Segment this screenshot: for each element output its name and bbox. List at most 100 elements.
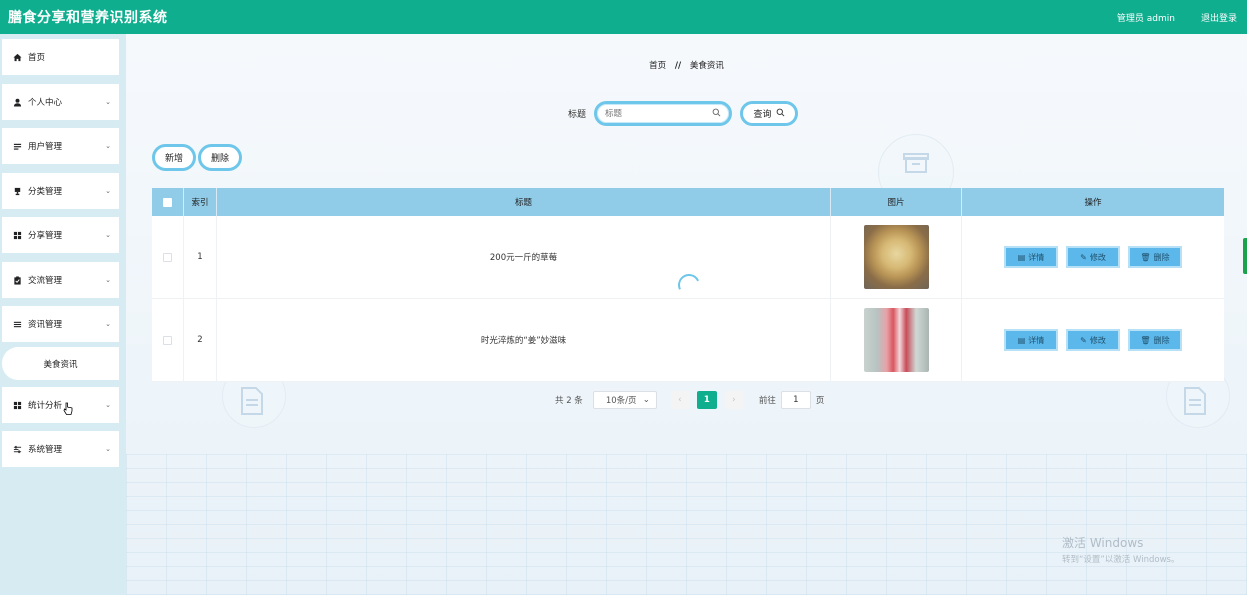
search-label: 标题	[568, 110, 587, 120]
sidebar-item-label: 交流管理	[28, 276, 63, 286]
query-button[interactable]: 查询	[740, 101, 799, 126]
next-page-button[interactable]: ›	[724, 391, 743, 409]
chevron-down-icon: ⌄	[105, 98, 111, 106]
breadcrumb-home[interactable]: 首页	[649, 61, 666, 71]
watermark-line1: 激活 Windows	[1062, 536, 1144, 550]
sidebar-item-label: 分类管理	[28, 187, 63, 197]
chevron-down-icon: ⌄	[105, 187, 111, 195]
header-title: 标题	[217, 188, 831, 216]
sidebar-subitem-label: 美食资讯	[43, 359, 78, 370]
sidebar-item-share-management[interactable]: 分享管理 ⌄	[2, 217, 119, 253]
edit-button-label: 修改	[1089, 335, 1106, 345]
pencil-icon: ✎	[1080, 335, 1087, 345]
chevron-down-icon: ⌄	[105, 401, 111, 409]
breadcrumb-current: 美食资讯	[689, 61, 724, 71]
sidebar-item-category-management[interactable]: 分类管理 ⌄	[2, 173, 119, 209]
header-image: 图片	[831, 188, 962, 216]
chevron-down-icon: ⌄	[642, 395, 650, 405]
sidebar-item-label: 分享管理	[28, 231, 63, 241]
sidebar-item-label: 首页	[28, 53, 46, 63]
table-row: 2 时光淬炼的“姜”妙滋味 ▤ 详情 ✎ 修改 🗑 删除	[152, 299, 1224, 382]
sidebar-item-personal-center[interactable]: 个人中心 ⌄	[2, 84, 119, 120]
chevron-down-icon: ⌄	[105, 320, 111, 328]
sidebar-item-label: 个人中心	[28, 98, 63, 108]
header-index: 索引	[184, 188, 217, 216]
person-icon	[12, 97, 22, 107]
admin-user-label[interactable]: 管理员 admin	[1117, 11, 1175, 24]
delete-button-label: 删除	[1153, 335, 1170, 345]
detail-button-label: 详情	[1028, 252, 1045, 262]
side-handle[interactable]	[1243, 238, 1247, 274]
delete-button[interactable]: 删除	[198, 144, 242, 171]
sidebar-item-news-management[interactable]: 资讯管理 ⌄	[2, 306, 119, 342]
food-photo[interactable]	[863, 225, 929, 289]
pagination-total: 共 2 条	[555, 396, 583, 406]
edit-button-label: 修改	[1089, 252, 1106, 262]
page-size-value: 10条/页	[605, 396, 637, 406]
row-delete-button[interactable]: 🗑 删除	[1128, 329, 1182, 351]
add-button[interactable]: 新增	[152, 144, 196, 171]
page-number-current[interactable]: 1	[696, 391, 717, 409]
row-title: 时光淬炼的“姜”妙滋味	[217, 299, 831, 381]
sidebar-item-home[interactable]: 首页	[2, 39, 119, 75]
chevron-down-icon: ⌄	[105, 445, 111, 453]
search-icon	[712, 108, 721, 120]
sidebar: 首页 个人中心 ⌄ 用户管理 ⌄ 分类管理 ⌄ 分享管理 ⌄ 交流管理 ⌄ 资讯…	[0, 34, 126, 595]
breadcrumb-separator: //	[674, 61, 682, 71]
prev-page-button[interactable]: ‹	[670, 391, 689, 409]
grid-icon	[12, 400, 22, 410]
gift-box-icon	[901, 146, 931, 182]
action-buttons: 新增 删除	[152, 144, 242, 171]
sidebar-item-communication-management[interactable]: 交流管理 ⌄	[2, 262, 119, 298]
trash-icon: 🗑	[1140, 252, 1151, 262]
document-icon	[1182, 386, 1208, 422]
detail-button-label: 详情	[1028, 335, 1045, 345]
sidebar-item-label: 资讯管理	[28, 320, 63, 330]
list-icon	[12, 141, 22, 151]
chevron-down-icon: ⌄	[105, 142, 111, 150]
select-all-checkbox[interactable]	[163, 197, 172, 207]
sidebar-item-system-management[interactable]: 系统管理 ⌄	[2, 431, 119, 467]
row-delete-button[interactable]: 🗑 删除	[1128, 246, 1182, 268]
search-field[interactable]	[594, 101, 733, 126]
sidebar-item-user-management[interactable]: 用户管理 ⌄	[2, 128, 119, 164]
detail-button[interactable]: ▤ 详情	[1004, 246, 1058, 268]
chevron-down-icon: ⌄	[105, 231, 111, 239]
page-size-select[interactable]: 10条/页 ⌄	[592, 391, 657, 409]
sidebar-subitem-food-news[interactable]: 美食资讯	[2, 347, 119, 380]
sidebar-item-statistics[interactable]: 统计分析 ⌄	[2, 387, 119, 423]
drink-photo[interactable]	[863, 308, 929, 372]
trophy-icon	[12, 186, 22, 196]
menu-icon	[12, 319, 22, 329]
row-index: 2	[184, 299, 217, 381]
goto-page-input[interactable]: 1	[780, 391, 811, 409]
row-checkbox[interactable]	[163, 335, 172, 345]
query-button-label: 查询	[753, 110, 772, 120]
document-icon: ▤	[1017, 335, 1026, 345]
goto-suffix: 页	[815, 396, 825, 406]
logout-link[interactable]: 退出登录	[1201, 11, 1237, 24]
activation-watermark: 激活 Windows 转到“设置”以激活 Windows。	[1062, 534, 1179, 565]
header-operations: 操作	[1084, 198, 1102, 208]
main-content: 首页 // 美食资讯 标题 查询 新增 删除 索引 标题 图片 操作	[126, 34, 1247, 595]
delete-button-label: 删除	[1153, 252, 1170, 262]
row-index: 1	[184, 216, 217, 298]
pagination: 共 2 条 10条/页 ⌄ ‹ 1 › 前往 1 页	[555, 391, 824, 409]
search-input[interactable]	[605, 108, 713, 119]
grid-icon	[12, 230, 22, 240]
sidebar-item-label: 统计分析	[28, 401, 63, 411]
home-icon	[12, 52, 22, 62]
row-checkbox[interactable]	[163, 252, 172, 262]
edit-button[interactable]: ✎ 修改	[1066, 246, 1120, 268]
search-icon	[776, 108, 785, 120]
top-header: 膳食分享和营养识别系统 管理员 admin 退出登录	[0, 0, 1247, 34]
goto-prefix: 前往	[758, 396, 776, 406]
document-icon: ▤	[1017, 252, 1026, 262]
background-grid	[126, 454, 1247, 595]
search-bar: 标题 查询	[568, 101, 799, 126]
pencil-icon: ✎	[1080, 252, 1087, 262]
hand-cursor-icon	[63, 402, 73, 415]
chevron-down-icon: ⌄	[105, 276, 111, 284]
edit-button[interactable]: ✎ 修改	[1066, 329, 1120, 351]
detail-button[interactable]: ▤ 详情	[1004, 329, 1058, 351]
